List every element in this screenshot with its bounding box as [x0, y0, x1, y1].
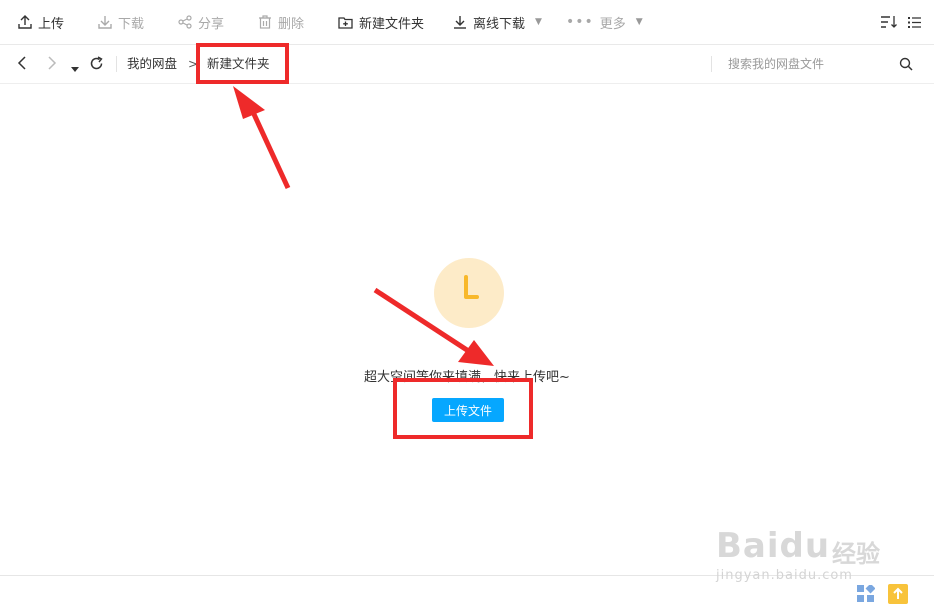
- transfer-upload-icon[interactable]: [888, 584, 908, 604]
- annotation-arrows: [233, 86, 494, 366]
- annotation-arrow-down: [373, 287, 494, 366]
- annotation-arrow-up: [233, 86, 291, 190]
- apps-grid-icon[interactable]: [857, 583, 876, 607]
